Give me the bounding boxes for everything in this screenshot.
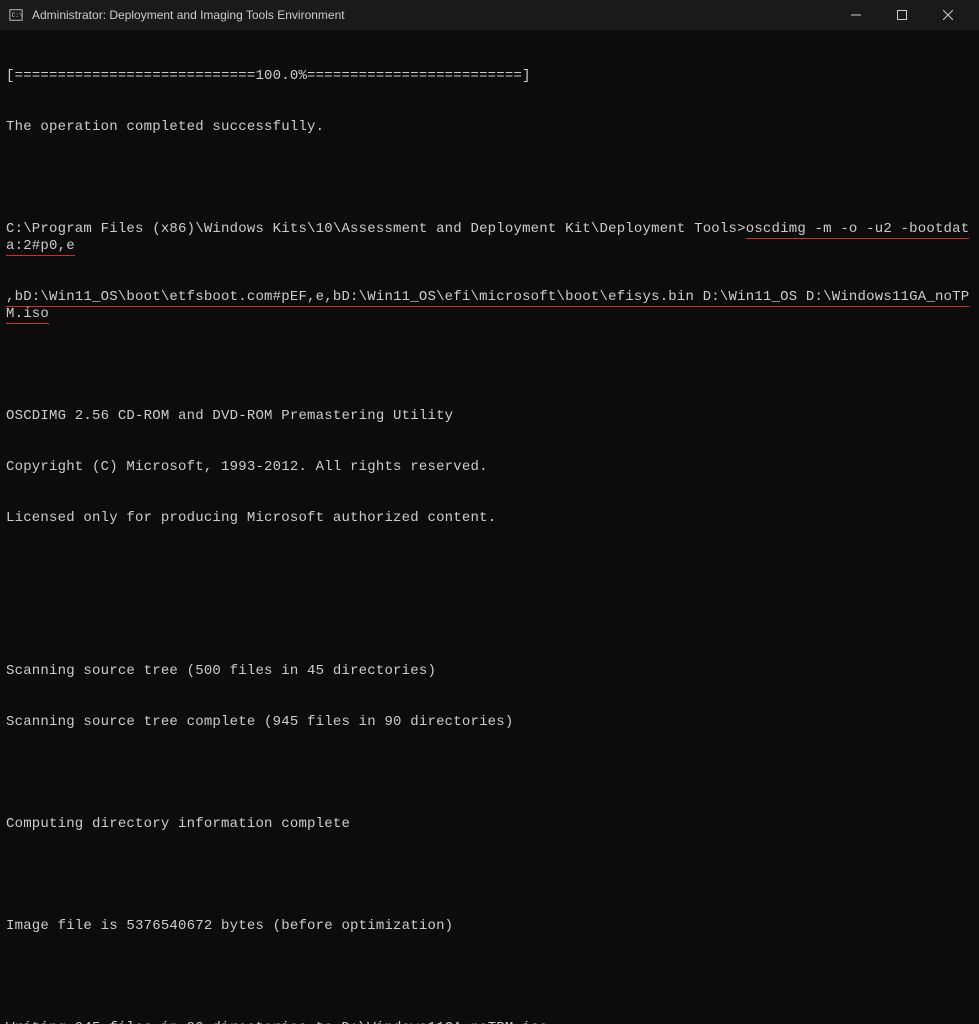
command-line: C:\Program Files (x86)\Windows Kits\10\A…: [6, 221, 973, 255]
blank-line: [6, 170, 973, 187]
output-line: Scanning source tree complete (945 files…: [6, 714, 973, 731]
maximize-button[interactable]: [879, 0, 925, 30]
output-line: Computing directory information complete: [6, 816, 973, 833]
output-line: The operation completed successfully.: [6, 119, 973, 136]
window-controls: [833, 0, 971, 30]
output-line: Image file is 5376540672 bytes (before o…: [6, 918, 973, 935]
close-button[interactable]: [925, 0, 971, 30]
output-line: OSCDIMG 2.56 CD-ROM and DVD-ROM Premaste…: [6, 408, 973, 425]
svg-text:C:\: C:\: [12, 12, 23, 19]
blank-line: [6, 867, 973, 884]
terminal-output[interactable]: [============================100.0%=====…: [0, 30, 979, 1024]
blank-line: [6, 357, 973, 374]
output-line: Scanning source tree (500 files in 45 di…: [6, 663, 973, 680]
output-line: Writing 945 files in 90 directories to D…: [6, 1020, 973, 1024]
cmd-icon: C:\: [8, 7, 24, 23]
prompt-text: C:\Program Files (x86)\Windows Kits\10\A…: [6, 221, 746, 237]
command-line-continued: ,bD:\Win11_OS\boot\etfsboot.com#pEF,e,bD…: [6, 289, 973, 323]
blank-line: [6, 561, 973, 578]
window-titlebar: C:\ Administrator: Deployment and Imagin…: [0, 0, 979, 30]
command-text: ,bD:\Win11_OS\boot\etfsboot.com#pEF,e,bD…: [6, 289, 969, 324]
blank-line: [6, 612, 973, 629]
output-line: Copyright (C) Microsoft, 1993-2012. All …: [6, 459, 973, 476]
window-title: Administrator: Deployment and Imaging To…: [32, 8, 833, 22]
blank-line: [6, 969, 973, 986]
output-line: Licensed only for producing Microsoft au…: [6, 510, 973, 527]
output-line: [============================100.0%=====…: [6, 68, 973, 85]
minimize-button[interactable]: [833, 0, 879, 30]
blank-line: [6, 765, 973, 782]
